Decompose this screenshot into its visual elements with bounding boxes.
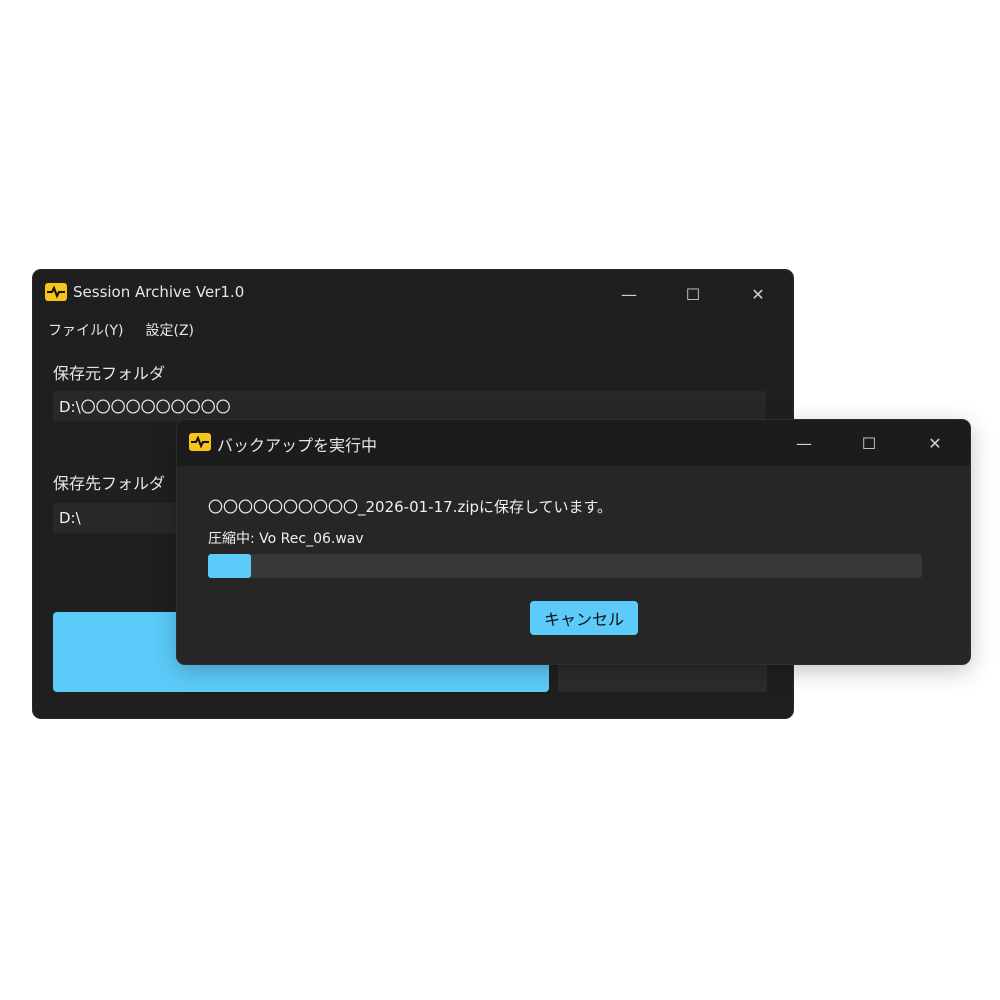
progress-fill — [208, 554, 251, 578]
app-pulse-icon — [45, 283, 67, 301]
dialog-maximize-button[interactable]: ☐ — [846, 427, 892, 459]
menu-file[interactable]: ファイル(Y) — [48, 320, 123, 340]
main-titlebar[interactable]: Session Archive Ver1.0 — ☐ ✕ — [33, 270, 793, 318]
destination-folder-label: 保存先フォルダ — [53, 474, 166, 493]
dialog-close-button[interactable]: ✕ — [912, 427, 958, 459]
close-button[interactable]: ✕ — [735, 278, 781, 310]
dialog-pulse-icon — [189, 433, 211, 451]
save-message: 〇〇〇〇〇〇〇〇〇〇_2026-01-17.zipに保存しています。 — [208, 498, 613, 516]
dialog-titlebar[interactable]: バックアップを実行中 — ☐ ✕ — [177, 420, 970, 466]
dialog-title: バックアップを実行中 — [217, 436, 378, 455]
desktop: Session Archive Ver1.0 — ☐ ✕ ファイル(Y) 設定(… — [0, 0, 1000, 1000]
current-file-status: 圧縮中: Vo Rec_06.wav — [208, 531, 364, 547]
maximize-button[interactable]: ☐ — [670, 278, 716, 310]
progress-bar — [208, 554, 922, 578]
minimize-button[interactable]: — — [606, 278, 652, 310]
menu-bar: ファイル(Y) 設定(Z) — [33, 318, 793, 342]
source-folder-field[interactable]: D:\〇〇〇〇〇〇〇〇〇〇 — [53, 391, 766, 421]
main-window-title: Session Archive Ver1.0 — [73, 283, 245, 301]
menu-settings[interactable]: 設定(Z) — [145, 320, 194, 340]
backup-progress-dialog: バックアップを実行中 — ☐ ✕ 〇〇〇〇〇〇〇〇〇〇_2026-01-17.z… — [177, 420, 970, 664]
cancel-button[interactable]: キャンセル — [530, 601, 638, 635]
source-folder-label: 保存元フォルダ — [53, 364, 166, 383]
dialog-body: 〇〇〇〇〇〇〇〇〇〇_2026-01-17.zipに保存しています。 圧縮中: … — [177, 466, 970, 664]
dialog-minimize-button[interactable]: — — [781, 427, 827, 459]
